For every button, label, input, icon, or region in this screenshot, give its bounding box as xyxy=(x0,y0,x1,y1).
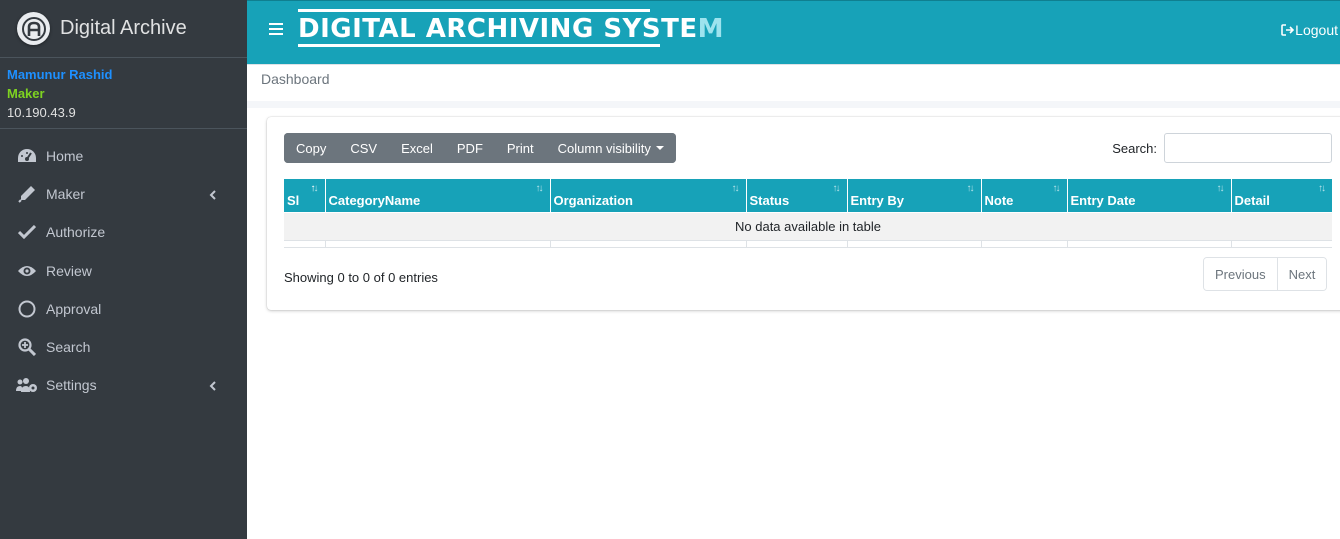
hamburger-menu-icon[interactable] xyxy=(269,23,283,37)
circle-icon xyxy=(16,299,38,319)
column-header-label: CategoryName xyxy=(328,192,421,208)
print-button[interactable]: Print xyxy=(494,133,546,163)
eye-icon xyxy=(16,261,38,281)
column-header-detail[interactable]: Detail ↑↓ xyxy=(1231,179,1332,213)
pagination: Previous Next xyxy=(1203,257,1328,291)
user-ip: 10.190.43.9 xyxy=(7,105,76,120)
search-input[interactable] xyxy=(1164,133,1332,163)
sort-icon: ↑↓ xyxy=(832,183,841,194)
user-name[interactable]: Mamunur Rashid xyxy=(7,65,240,84)
column-visibility-button[interactable]: Column visibility xyxy=(545,133,676,163)
chevron-left-icon xyxy=(209,187,217,203)
sidebar-item-label: Search xyxy=(46,339,91,356)
column-header-label: Organization xyxy=(553,192,633,208)
sidebar-item-maker[interactable]: Maker xyxy=(0,175,247,213)
content-strip xyxy=(247,101,1340,108)
column-header-entry-by[interactable]: Entry By ↑↓ xyxy=(847,179,982,213)
dashboard-icon xyxy=(16,146,38,166)
copy-button[interactable]: Copy xyxy=(284,133,339,163)
data-table: Sl ↑↓ CategoryName ↑↓ Organization ↑↓ Statu… xyxy=(284,179,1332,241)
sidebar-item-settings[interactable]: Settings xyxy=(0,366,247,404)
column-header-label: Entry By xyxy=(850,192,904,208)
logout-label: Logout xyxy=(1295,22,1338,38)
column-header-note[interactable]: Note ↑↓ xyxy=(981,179,1068,213)
title-bottom-rule xyxy=(298,44,660,47)
breadcrumb[interactable]: Dashboard xyxy=(261,71,330,87)
sign-out-icon xyxy=(1281,24,1295,36)
search-label: Search: xyxy=(1112,141,1157,156)
sidebar-item-label: Settings xyxy=(46,377,97,394)
csv-button[interactable]: CSV xyxy=(338,133,390,163)
sidebar-item-label: Maker xyxy=(46,186,85,203)
check-icon xyxy=(16,222,38,242)
sidebar-item-authorize[interactable]: Authorize xyxy=(0,213,247,251)
brand-logo-icon xyxy=(17,12,50,45)
sort-icon: ↑↓ xyxy=(535,183,544,194)
title-top-rule xyxy=(298,9,650,12)
previous-page-button[interactable]: Previous xyxy=(1204,258,1277,290)
sidebar-item-label: Review xyxy=(46,262,92,279)
sort-asc-icon: ↑↓ xyxy=(310,183,319,194)
sidebar-item-label: Home xyxy=(46,148,84,165)
table-info: Showing 0 to 0 of 0 entries xyxy=(284,270,438,285)
column-header-sl[interactable]: Sl ↑↓ xyxy=(284,179,326,213)
column-header-label: Sl xyxy=(287,192,300,208)
system-title-fade: M xyxy=(697,14,724,44)
data-card: Copy CSV Excel PDF Print Column visibili… xyxy=(267,117,1340,310)
user-panel: Mamunur Rashid Maker 10.190.43.9 xyxy=(0,58,247,129)
sort-icon: ↑↓ xyxy=(1052,183,1061,194)
brand-link[interactable]: Digital Archive xyxy=(0,0,247,58)
pen-icon xyxy=(16,184,38,204)
sidebar-item-label: Approval xyxy=(46,300,102,317)
column-header-organization[interactable]: Organization ↑↓ xyxy=(550,179,747,213)
sidebar-item-review[interactable]: Review xyxy=(0,252,247,290)
column-visibility-label: Column visibility xyxy=(557,140,651,156)
column-header-entry-date[interactable]: Entry Date ↑↓ xyxy=(1067,179,1232,213)
sort-icon: ↑↓ xyxy=(966,183,975,194)
empty-table-message: No data available in table xyxy=(284,212,1332,241)
column-header-label: Entry Date xyxy=(1070,192,1136,208)
excel-button[interactable]: Excel xyxy=(389,133,445,163)
sort-icon: ↑↓ xyxy=(1216,183,1225,194)
sidebar-item-search[interactable]: Search xyxy=(0,328,247,366)
chevron-left-icon xyxy=(209,378,217,394)
column-header-categoryname[interactable]: CategoryName ↑↓ xyxy=(325,179,551,213)
column-header-status[interactable]: Status ↑↓ xyxy=(746,179,848,213)
caret-down-icon xyxy=(655,146,664,150)
system-title-text: DIGITAL ARCHIVING SYSTEM xyxy=(298,14,724,44)
sidebar-item-approval[interactable]: Approval xyxy=(0,290,247,328)
sort-icon: ↑↓ xyxy=(731,183,740,194)
breadcrumb-bar: Dashboard xyxy=(247,65,1340,101)
sort-icon: ↑↓ xyxy=(1318,183,1326,194)
sidebar-item-label: Authorize xyxy=(46,224,106,241)
system-title: DIGITAL ARCHIVING SYSTEM xyxy=(298,9,724,47)
column-header-label: Note xyxy=(984,192,1014,208)
next-page-button[interactable]: Next xyxy=(1276,258,1327,290)
sidebar-item-home[interactable]: Home xyxy=(0,137,247,175)
pdf-button[interactable]: PDF xyxy=(444,133,495,163)
column-header-label: Status xyxy=(749,192,790,208)
top-navbar: DIGITAL ARCHIVING SYSTEM Logout xyxy=(247,0,1340,65)
brand-text: Digital Archive xyxy=(60,17,187,39)
table-bottom-border xyxy=(284,247,1332,248)
export-button-group: Copy CSV Excel PDF Print Column visibili… xyxy=(284,133,676,163)
search-plus-icon xyxy=(16,337,38,357)
sidebar-nav: Home Maker Authorize Review Approval Sea… xyxy=(0,129,247,404)
users-cog-icon xyxy=(16,375,38,395)
column-header-label: Detail xyxy=(1234,192,1270,208)
user-role: Maker xyxy=(7,86,45,101)
sidebar: Digital Archive Mamunur Rashid Maker 10.… xyxy=(0,0,247,539)
logout-link[interactable]: Logout xyxy=(1281,22,1338,38)
system-title-main: DIGITAL ARCHIVING SYSTE xyxy=(298,14,698,44)
